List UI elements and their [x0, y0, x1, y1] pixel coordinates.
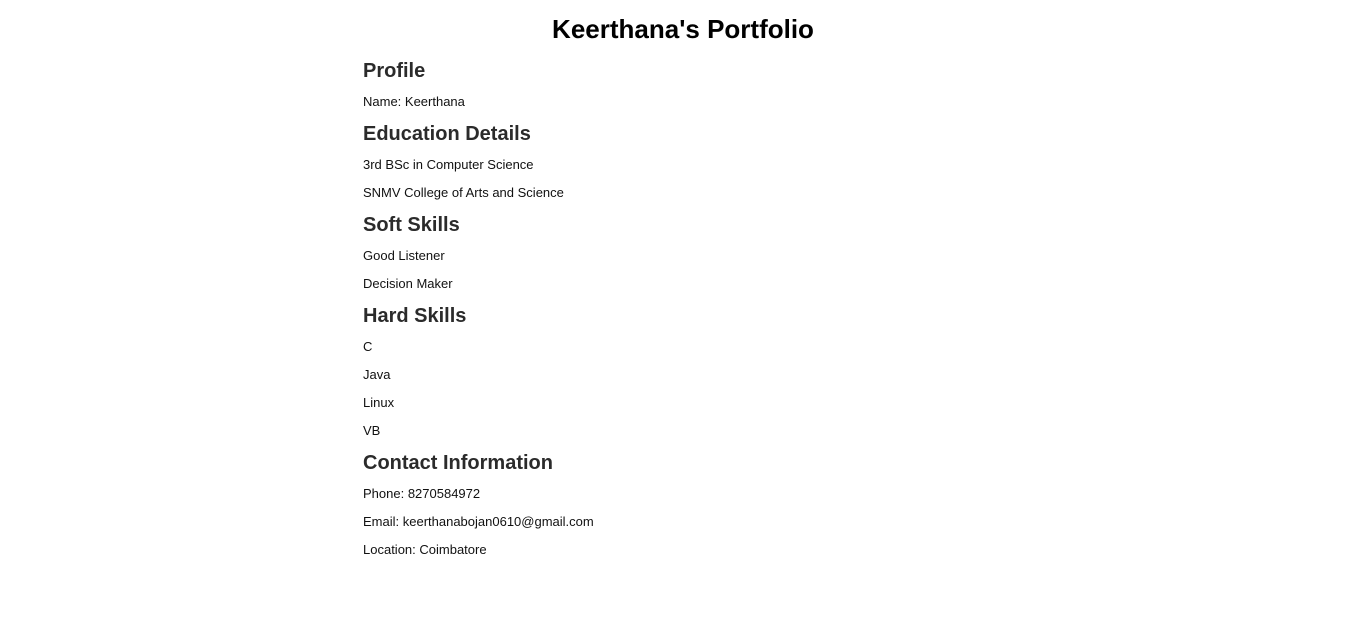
section-heading-contact: Contact Information [363, 452, 553, 474]
section-hard-skills: Hard Skills C Java Linux VB [363, 304, 1003, 439]
hard-skill-item: C [363, 339, 373, 354]
education-degree: 3rd BSc in Computer Science [363, 157, 534, 172]
section-heading-soft-skills: Soft Skills [363, 214, 460, 236]
soft-skill-item: Good Listener [363, 248, 445, 263]
section-contact: Contact Information Phone: 8270584972 Em… [363, 451, 1003, 558]
section-soft-skills: Soft Skills Good Listener Decision Maker [363, 213, 1003, 292]
page-title: Keerthana's Portfolio [552, 14, 814, 44]
portfolio-content: Profile Name: Keerthana Education Detail… [363, 59, 1003, 570]
education-college: SNMV College of Arts and Science [363, 185, 564, 200]
section-education: Education Details 3rd BSc in Computer Sc… [363, 122, 1003, 201]
soft-skill-item: Decision Maker [363, 276, 453, 291]
section-profile: Profile Name: Keerthana [363, 59, 1003, 110]
portfolio-page: Keerthana's Portfolio Profile Name: Keer… [0, 0, 1366, 634]
contact-location: Location: Coimbatore [363, 542, 487, 557]
hard-skill-item: Linux [363, 395, 395, 410]
hard-skill-item: VB [363, 423, 381, 438]
section-heading-education: Education Details [363, 123, 531, 145]
contact-email: Email: keerthanabojan0610@gmail.com [363, 514, 594, 529]
contact-phone: Phone: 8270584972 [363, 486, 481, 501]
hard-skill-item: Java [363, 367, 391, 382]
section-heading-hard-skills: Hard Skills [363, 305, 467, 327]
profile-name: Name: Keerthana [363, 94, 465, 109]
section-heading-profile: Profile [363, 60, 426, 82]
